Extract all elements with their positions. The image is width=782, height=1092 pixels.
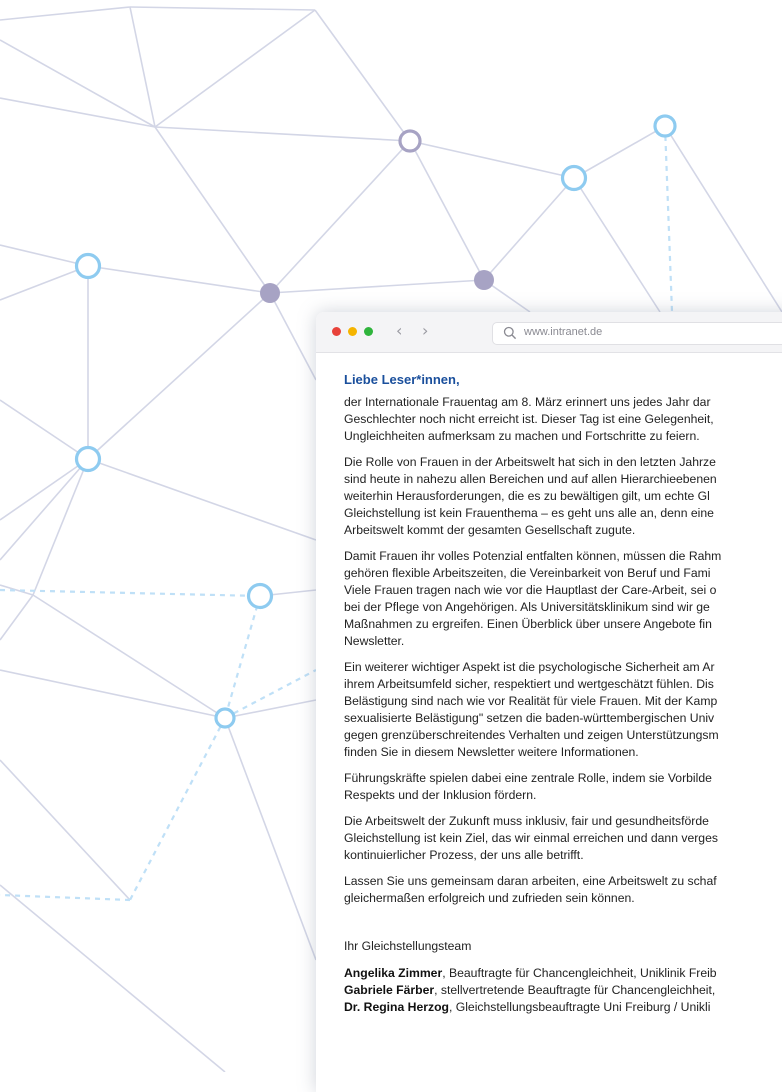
maximize-window-dot[interactable] (364, 327, 373, 336)
signatory-line: Angelika Zimmer, Beauftragte für Chancen… (344, 965, 782, 982)
signatory-name: Gabriele Färber (344, 983, 435, 997)
minimize-window-dot[interactable] (348, 327, 357, 336)
paragraph-line: finden Sie in diesem Newsletter weitere … (344, 745, 639, 759)
paragraph-line: Damit Frauen ihr volles Potenzial entfal… (344, 549, 722, 563)
network-node-blue (560, 164, 588, 192)
network-node-ring-grey (398, 129, 422, 153)
search-icon (503, 326, 517, 340)
letter-paragraph: der Internationale Frauentag am 8. März … (344, 394, 782, 445)
paragraph-line: Gleichstellung ist kein Frauenthema – es… (344, 506, 714, 520)
paragraph-line: ihrem Arbeitsumfeld sicher, respektiert … (344, 677, 714, 691)
paragraph-line: Newsletter. (344, 634, 405, 648)
paragraph-line: Die Arbeitswelt der Zukunft muss inklusi… (344, 814, 709, 828)
close-window-dot[interactable] (332, 327, 341, 336)
signatory-name: Dr. Regina Herzog (344, 1000, 449, 1014)
letter-paragraph: Führungskräfte spielen dabei eine zentra… (344, 770, 782, 804)
paragraph-line: Maßnahmen zu ergreifen. Einen Überblick … (344, 617, 712, 631)
letter-paragraph: Damit Frauen ihr volles Potenzial entfal… (344, 548, 782, 650)
paragraph-line: Gleichstellung ist kein Ziel, das wir ei… (344, 831, 718, 845)
network-node-grey (474, 270, 494, 290)
network-node-blue (246, 582, 274, 610)
paragraph-line: Führungskräfte spielen dabei eine zentra… (344, 771, 712, 785)
signatory-list: Angelika Zimmer, Beauftragte für Chancen… (344, 965, 782, 1016)
paragraph-line: bei der Pflege von Angehörigen. Als Univ… (344, 600, 710, 614)
network-node-blue (74, 445, 102, 473)
paragraph-line: gehören flexible Arbeitszeiten, die Vere… (344, 566, 711, 580)
paragraph-line: Geschlechter noch nicht erreicht ist. Di… (344, 412, 714, 426)
signatory-line: Dr. Regina Herzog, Gleichstellungsbeauft… (344, 999, 782, 1016)
paragraph-line: weiterhin Herausforderungen, die es zu b… (344, 489, 710, 503)
forward-button[interactable]: › (422, 321, 428, 341)
network-node-grey (260, 283, 280, 303)
paragraph-line: Lassen Sie uns gemeinsam daran arbeiten,… (344, 874, 717, 888)
paragraph-line: sind heute in nahezu allen Bereichen und… (344, 472, 717, 486)
paragraph-line: Ein weiterer wichtiger Aspekt ist die ps… (344, 660, 715, 674)
paragraph-line: der Internationale Frauentag am 8. März … (344, 395, 711, 409)
letter-greeting: Liebe Leser*innen, (344, 372, 460, 387)
paragraph-line: kontinuierlicher Prozess, der uns alle b… (344, 848, 584, 862)
signatory-line: Gabriele Färber, stellvertretende Beauft… (344, 982, 782, 999)
signatory-name: Angelika Zimmer (344, 966, 443, 980)
paragraph-line: gegen grenzüberschreitendes Verhalten un… (344, 728, 719, 742)
browser-window: ‹ › www.intranet.de Liebe Leser*innen, d… (316, 312, 782, 1092)
letter-paragraph: Die Rolle von Frauen in der Arbeitswelt … (344, 454, 782, 539)
signatory-role: , Gleichstellungsbeauftragte Uni Freibur… (448, 1000, 711, 1014)
letter-signoff: Ihr Gleichstellungsteam (344, 939, 472, 953)
paragraph-line: Respekts und der Inklusion fördern. (344, 788, 537, 802)
network-node-blue (653, 114, 677, 138)
letter-body: der Internationale Frauentag am 8. März … (344, 394, 782, 907)
network-node-blue (74, 252, 102, 280)
network-node-blue (214, 707, 236, 729)
letter-paragraph: Ein weiterer wichtiger Aspekt ist die ps… (344, 659, 782, 761)
browser-toolbar: ‹ › www.intranet.de (316, 312, 782, 353)
paragraph-line: Die Rolle von Frauen in der Arbeitswelt … (344, 455, 716, 469)
signatory-role: , stellvertretende Beauftragte für Chanc… (434, 983, 716, 997)
signatory-role: , Beauftragte für Chancengleichheit, Uni… (442, 966, 717, 980)
paragraph-line: Arbeitswelt kommt der gesamten Gesellsch… (344, 523, 636, 537)
newsletter-letter: Liebe Leser*innen, der Internationale Fr… (316, 353, 782, 1016)
paragraph-line: Belästigung sind nach wie vor Realität f… (344, 694, 718, 708)
letter-paragraph: Lassen Sie uns gemeinsam daran arbeiten,… (344, 873, 782, 907)
paragraph-line: sexualisierte Belästigung" setzen die ba… (344, 711, 715, 725)
paragraph-line: gleichermaßen erfolgreich und zufrieden … (344, 891, 635, 905)
address-bar[interactable]: www.intranet.de (492, 322, 782, 345)
paragraph-line: Ungleichheiten aufmerksam zu machen und … (344, 429, 700, 443)
url-text: www.intranet.de (524, 326, 603, 338)
back-button[interactable]: ‹ (396, 321, 402, 341)
paragraph-line: Viele Frauen tragen nach wie vor die Hau… (344, 583, 717, 597)
letter-paragraph: Die Arbeitswelt der Zukunft muss inklusi… (344, 813, 782, 864)
